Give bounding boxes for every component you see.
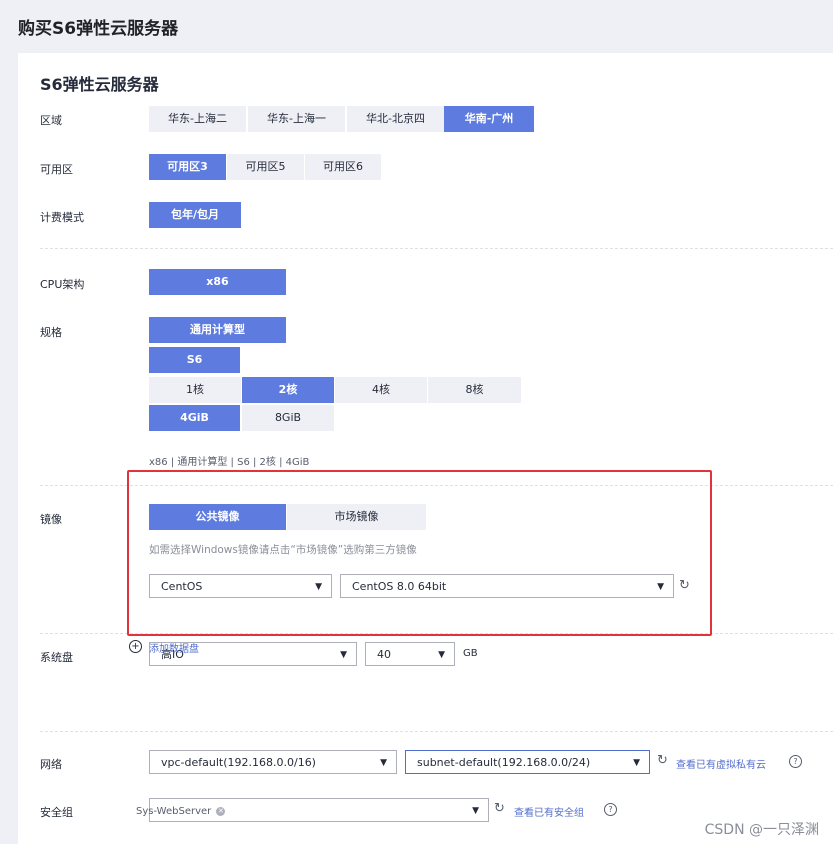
- image-highlight-box: [127, 470, 712, 636]
- spec-series-s6[interactable]: S6: [149, 347, 240, 373]
- disk-unit: GB: [463, 648, 478, 659]
- divider: [40, 248, 833, 249]
- refresh-icon[interactable]: ↻: [657, 753, 668, 768]
- subnet-select[interactable]: subnet-default(192.168.0.0/24) ▼: [405, 750, 650, 774]
- az-option-3[interactable]: 可用区3: [149, 154, 226, 180]
- view-vpc-link[interactable]: 查看已有虚拟私有云: [676, 756, 766, 771]
- security-label: 安全组: [40, 806, 73, 819]
- vcpu-option-2[interactable]: 2核: [242, 377, 334, 403]
- az-option-6[interactable]: 可用区6: [305, 154, 381, 180]
- cpu-option-x86[interactable]: x86: [149, 269, 286, 295]
- help-icon[interactable]: ?: [604, 803, 617, 816]
- chevron-down-icon: ▼: [472, 806, 479, 816]
- region-option-shanghai1[interactable]: 华东-上海一: [248, 106, 345, 132]
- page-title: 购买S6弹性云服务器: [18, 19, 179, 39]
- chevron-down-icon: ▼: [380, 758, 387, 768]
- network-label: 网络: [40, 758, 62, 771]
- divider: [40, 731, 833, 732]
- add-circle-icon[interactable]: +: [129, 640, 142, 653]
- watermark: CSDN @一只泽渊: [704, 822, 819, 838]
- region-option-shanghai2[interactable]: 华东-上海二: [149, 106, 246, 132]
- az-label: 可用区: [40, 163, 73, 176]
- region-label: 区域: [40, 114, 62, 127]
- vcpu-option-8[interactable]: 8核: [428, 377, 521, 403]
- region-option-beijing4[interactable]: 华北-北京四: [347, 106, 444, 132]
- region-option-guangzhou[interactable]: 华南-广州: [444, 106, 534, 132]
- config-card: S6弹性云服务器 区域 华东-上海二 华东-上海一 华北-北京四 华南-广州 可…: [18, 53, 833, 844]
- mem-option-4gib[interactable]: 4GiB: [149, 405, 240, 431]
- az-option-5[interactable]: 可用区5: [227, 154, 304, 180]
- chevron-down-icon: ▼: [340, 650, 347, 660]
- security-group-tag-label: Sys-WebServer: [136, 806, 212, 817]
- add-data-disk-link[interactable]: 添加数据盘: [149, 640, 199, 655]
- disk-size-select[interactable]: 40 ▼: [365, 642, 455, 666]
- spec-type-general[interactable]: 通用计算型: [149, 317, 286, 343]
- chevron-down-icon: ▼: [438, 650, 445, 660]
- chevron-down-icon: ▼: [633, 758, 640, 768]
- close-icon[interactable]: ✕: [216, 806, 226, 816]
- help-icon[interactable]: ?: [789, 755, 802, 768]
- spec-label: 规格: [40, 326, 62, 339]
- cpu-label: CPU架构: [40, 278, 85, 291]
- card-title: S6弹性云服务器: [40, 75, 159, 94]
- spec-summary: x86 | 通用计算型 | S6 | 2核 | 4GiB: [149, 457, 310, 468]
- refresh-icon[interactable]: ↻: [494, 801, 505, 816]
- vcpu-option-1[interactable]: 1核: [149, 377, 241, 403]
- vcpu-option-4[interactable]: 4核: [335, 377, 427, 403]
- view-security-group-link[interactable]: 查看已有安全组: [514, 804, 584, 819]
- billing-option-yearly-monthly[interactable]: 包年/包月: [149, 202, 241, 228]
- vpc-value: vpc-default(192.168.0.0/16): [161, 756, 316, 769]
- subnet-value: subnet-default(192.168.0.0/24): [417, 756, 591, 769]
- disk-label: 系统盘: [40, 651, 73, 664]
- disk-size-value: 40: [377, 648, 391, 661]
- security-group-tag: Sys-WebServer ✕: [136, 804, 226, 820]
- vpc-select[interactable]: vpc-default(192.168.0.0/16) ▼: [149, 750, 397, 774]
- image-label: 镜像: [40, 513, 62, 526]
- mem-option-8gib[interactable]: 8GiB: [242, 405, 334, 431]
- billing-label: 计费模式: [40, 211, 84, 224]
